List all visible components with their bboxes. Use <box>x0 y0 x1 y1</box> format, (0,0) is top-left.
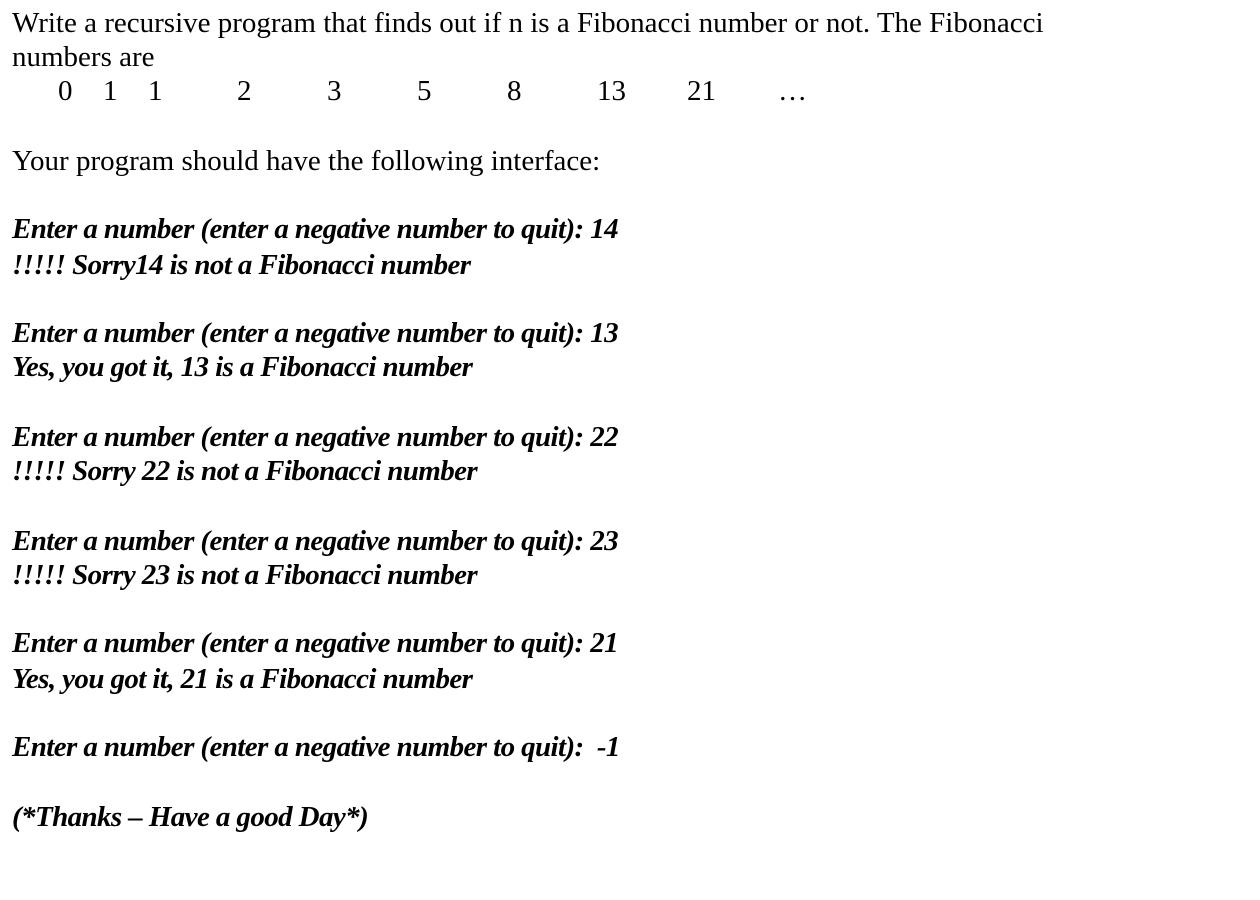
session-response: !!!!! Sorry 23 is not a Fibonacci number <box>12 559 478 591</box>
fib-number: 8 <box>507 75 522 107</box>
session-response: !!!!! Sorry14 is not a Fibonacci number <box>12 249 471 281</box>
fib-number: 21 <box>687 75 716 107</box>
session-response: Yes, you got it, 21 is a Fibonacci numbe… <box>12 663 473 695</box>
session-prompt: Enter a number (enter a negative number … <box>12 627 619 659</box>
fib-number: 0 <box>58 75 73 107</box>
session-response: Yes, you got it, 13 is a Fibonacci numbe… <box>12 351 473 383</box>
quit-prompt: Enter a number (enter a negative number … <box>12 731 620 763</box>
fib-number: 1 <box>103 75 118 107</box>
fib-number: 5 <box>417 75 432 107</box>
interface-heading: Your program should have the following i… <box>12 145 601 177</box>
fib-ellipsis: … <box>778 75 807 107</box>
fib-number: 3 <box>327 75 342 107</box>
farewell-message: (*Thanks – Have a good Day*) <box>12 801 369 833</box>
fib-number: 1 <box>148 75 163 107</box>
session-prompt: Enter a number (enter a negative number … <box>12 525 619 557</box>
session-response: !!!!! Sorry 22 is not a Fibonacci number <box>12 455 478 487</box>
intro-line-1: Write a recursive program that finds out… <box>12 7 1044 39</box>
session-prompt: Enter a number (enter a negative number … <box>12 213 619 245</box>
session-prompt: Enter a number (enter a negative number … <box>12 317 619 349</box>
intro-line-2: numbers are <box>12 41 155 73</box>
fib-number: 13 <box>597 75 626 107</box>
fib-number: 2 <box>237 75 252 107</box>
session-prompt: Enter a number (enter a negative number … <box>12 421 619 453</box>
